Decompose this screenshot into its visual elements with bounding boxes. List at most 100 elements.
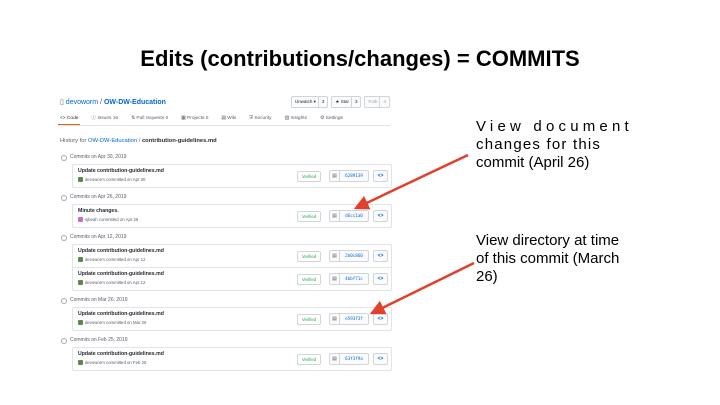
avatar[interactable] <box>78 217 83 222</box>
sha-button-group: ▤ 4bbf71c <box>329 273 369 285</box>
annotation-line: changes for this <box>476 136 602 153</box>
commit-author-date: devoworm committed on Apr 12 <box>85 257 146 262</box>
repo-tabs: <> Code ⓘ Issues 16 ⇅ Pull requests 0 ▦ … <box>58 112 390 126</box>
fork-count: 4 <box>379 97 386 107</box>
repo-separator: / <box>100 99 102 106</box>
avatar[interactable] <box>78 280 83 285</box>
avatar[interactable] <box>78 320 83 325</box>
tab-projects[interactable]: ▦ Projects 0 <box>179 112 210 125</box>
commit-message[interactable]: Update contribution-guidelines.md <box>78 311 164 317</box>
commit-group-header: Commits on Mar 26, 2019 <box>60 295 390 305</box>
commit-group-header: Commits on Apr 26, 2019 <box>60 192 390 202</box>
tab-pull-requests[interactable]: ⇅ Pull requests 0 <box>129 112 170 125</box>
commit-sha-button[interactable]: 63f3f9a <box>340 353 369 365</box>
watch-label: Unwatch ▾ <box>294 99 316 104</box>
commit-meta: devoworm committed on Apr 12 <box>78 257 145 262</box>
browse-tree-button[interactable]: <> <box>373 313 388 325</box>
repo-actions: Unwatch ▾ 3 ★ Star 3 Fork 4 <box>290 96 390 108</box>
slide-title: Edits (contributions/changes) = COMMITS <box>140 46 580 71</box>
commit-sha-button[interactable]: e593f3f <box>340 313 369 325</box>
commit-author-date: devoworm committed on Apr 12 <box>85 280 146 285</box>
commit-meta: devoworm committed on Apr 12 <box>78 280 145 285</box>
commit-sha-button[interactable]: 6289139 <box>340 170 369 182</box>
verified-badge[interactable]: Verified <box>297 314 321 325</box>
tab-insights[interactable]: ▥ Insights <box>283 112 309 125</box>
timeline-dot-icon <box>61 195 67 201</box>
history-breadcrumb: History for OW-DW-Education / contributi… <box>60 138 217 144</box>
verified-badge[interactable]: Verified <box>297 354 321 365</box>
annotation-line: 26) <box>476 268 498 285</box>
commit-author-date: devoworm committed on Mar 26 <box>85 320 147 325</box>
star-count: 3 <box>350 97 357 107</box>
commit-sha-button[interactable]: d6cc1a0 <box>340 210 369 222</box>
verified-badge[interactable]: Verified <box>297 211 321 222</box>
tab-issues[interactable]: ⓘ Issues 16 <box>89 112 120 125</box>
commit-message[interactable]: Update contribution-guidelines.md <box>78 168 164 174</box>
group-date: Commits on Apr 12, 2019 <box>70 234 127 240</box>
browse-tree-button[interactable]: <> <box>373 273 388 285</box>
group-date: Commits on Mar 26, 2019 <box>70 297 128 303</box>
clipboard-icon[interactable]: ▤ <box>329 210 340 222</box>
commit-meta: devoworm committed on Apr 30 <box>78 177 145 182</box>
commit-group-header: Commits on Feb 25, 2019 <box>60 335 390 345</box>
repo-header: ▯ devoworm / OW-DW-Education Unwatch ▾ 3 … <box>58 96 390 110</box>
clipboard-icon[interactable]: ▤ <box>329 170 340 182</box>
watch-count: 3 <box>317 97 324 107</box>
commit-message[interactable]: Minute changes. <box>78 208 119 214</box>
avatar[interactable] <box>78 177 83 182</box>
group-date: Commits on Feb 25, 2019 <box>70 337 128 343</box>
tab-settings[interactable]: ⚙ Settings <box>318 112 345 125</box>
star-label: ★ Star <box>335 99 349 104</box>
browse-tree-button[interactable]: <> <box>373 353 388 365</box>
timeline-dot-icon <box>61 338 67 344</box>
browse-tree-button[interactable]: <> <box>373 210 388 222</box>
verified-badge[interactable]: Verified <box>297 274 321 285</box>
clipboard-icon[interactable]: ▤ <box>329 250 340 262</box>
browse-tree-button[interactable]: <> <box>373 250 388 262</box>
fork-label: Fork <box>368 99 378 104</box>
commit-author-date: devoworm committed on Apr 30 <box>85 177 146 182</box>
verified-badge[interactable]: Verified <box>297 171 321 182</box>
sha-button-group: ▤ e593f3f <box>329 313 369 325</box>
timeline-dot-icon <box>61 155 67 161</box>
commit-row: Update contribution-guidelines.md devowo… <box>72 347 392 371</box>
sha-button-group: ▤ d6cc1a0 <box>329 210 369 222</box>
commit-group-header: Commits on Apr 30, 2019 <box>60 152 390 162</box>
avatar[interactable] <box>78 360 83 365</box>
repo-name-link[interactable]: OW-DW-Education <box>104 99 166 106</box>
repo-owner-link[interactable]: devoworm <box>66 99 98 106</box>
clipboard-icon[interactable]: ▤ <box>329 313 340 325</box>
clipboard-icon[interactable]: ▤ <box>329 353 340 365</box>
commit-message[interactable]: Update contribution-guidelines.md <box>78 351 164 357</box>
commit-message[interactable]: Update contribution-guidelines.md <box>78 271 164 277</box>
tab-wiki[interactable]: ▤ Wiki <box>219 112 238 125</box>
fork-button[interactable]: Fork 4 <box>364 96 390 108</box>
commit-row: Update contribution-guidelines.md devowo… <box>72 164 392 188</box>
commit-row: Update contribution-guidelines.md devowo… <box>72 268 392 291</box>
timeline-dot-icon <box>61 235 67 241</box>
commit-author-date: devoworm committed on Feb 25 <box>85 360 147 365</box>
tab-security[interactable]: ⛨ Security <box>247 112 273 125</box>
avatar[interactable] <box>78 257 83 262</box>
browse-tree-button[interactable]: <> <box>373 170 388 182</box>
commit-row: Minute changes. sjbeah committed on Apr … <box>72 204 392 228</box>
annotation-line: View document <box>476 118 633 135</box>
commit-author-date: sjbeah committed on Apr 26 <box>85 217 139 222</box>
star-button[interactable]: ★ Star 3 <box>331 96 362 108</box>
commit-sha-button[interactable]: 4bbf71c <box>340 273 369 285</box>
sha-button-group: ▤ 63f3f9a <box>329 353 369 365</box>
sha-button-group: ▤ 2b0c860 <box>329 250 369 262</box>
repo-path: ▯ devoworm / OW-DW-Education <box>60 98 166 106</box>
annotation-line: commit (April 26) <box>476 154 590 171</box>
annotation-view-document: View document changes for this commit (A… <box>476 118 680 172</box>
annotation-view-directory: View directory at time of this commit (M… <box>476 232 686 286</box>
commit-message[interactable]: Update contribution-guidelines.md <box>78 248 164 254</box>
verified-badge[interactable]: Verified <box>297 251 321 262</box>
clipboard-icon[interactable]: ▤ <box>329 273 340 285</box>
commit-sha-button[interactable]: 2b0c860 <box>340 250 369 262</box>
history-repo-link[interactable]: OW-DW-Education <box>88 138 137 144</box>
annotation-line: View directory at time <box>476 232 620 249</box>
history-file: contribution-guidelines.md <box>141 138 217 144</box>
watch-button[interactable]: Unwatch ▾ 3 <box>290 96 329 108</box>
tab-code[interactable]: <> Code <box>58 112 81 125</box>
